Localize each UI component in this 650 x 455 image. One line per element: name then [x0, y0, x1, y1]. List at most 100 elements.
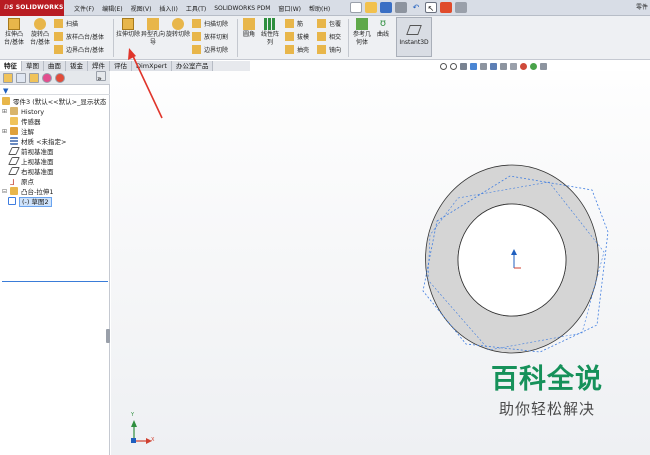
hide-show-icon[interactable] — [510, 63, 517, 70]
fillet-button[interactable]: 圆角 — [240, 18, 258, 39]
feature-tree-icon[interactable] — [3, 73, 13, 83]
shell-button[interactable]: 抽壳 — [285, 45, 309, 56]
extrude-boss-button[interactable]: 拉伸凸台/基体 — [2, 18, 26, 47]
hole-wizard-button[interactable]: 异型孔向导 — [141, 18, 165, 47]
tab-dimxpert[interactable]: DimXpert — [132, 61, 172, 71]
draft-button[interactable]: 拔模 — [285, 32, 309, 43]
tree-item-material[interactable]: 材质 <未指定> — [10, 137, 66, 147]
save-icon[interactable] — [380, 2, 392, 13]
apply-scene-icon[interactable] — [530, 63, 537, 70]
configuration-manager-icon[interactable] — [29, 73, 39, 83]
tree-item-top-plane[interactable]: 上视基准面 — [8, 157, 54, 167]
section-view-icon[interactable] — [470, 63, 477, 70]
watermark-title: 百科全说 — [491, 364, 603, 395]
wrap-icon — [317, 19, 326, 28]
heads-up-view-toolbar — [440, 63, 547, 70]
intersect-button[interactable]: 相交 — [317, 32, 341, 43]
menu-insert[interactable]: 插入(I) — [155, 4, 181, 13]
revolve-cut-button[interactable]: 旋转切除 — [166, 18, 190, 39]
view-settings-icon[interactable] — [540, 63, 547, 70]
options-icon[interactable] — [455, 2, 467, 13]
tree-item-sketch2[interactable]: (-) 草图2 — [8, 197, 52, 207]
extrude-cut-button[interactable]: 拉伸切除 — [116, 18, 140, 39]
tree-item-front-plane[interactable]: 前视基准面 — [8, 147, 54, 157]
triad-y-label: Y — [131, 412, 135, 418]
tree-item-boss-extrude[interactable]: 凸台-拉伸1 — [10, 187, 53, 197]
part-icon — [2, 97, 10, 105]
edit-appearance-icon[interactable] — [520, 63, 527, 70]
menu-edit[interactable]: 编辑(E) — [98, 4, 126, 13]
solidworks-logo[interactable]: ⅅS SOLIDWORKS — [0, 0, 64, 16]
tab-sketch[interactable]: 草图 — [22, 61, 44, 71]
expand-toggle-icon[interactable]: ⊞ — [2, 128, 7, 135]
instant3d-button[interactable]: Instant3D — [396, 17, 432, 57]
expand-toggle-icon[interactable]: ⊞ — [2, 108, 7, 115]
origin-icon: ⅃ — [10, 178, 15, 187]
revolve-boss-button[interactable]: 旋转凸台/基体 — [28, 18, 52, 47]
display-style-icon[interactable] — [500, 63, 507, 70]
sweep-button[interactable]: 扫描 — [54, 19, 78, 30]
boundary-boss-icon — [54, 45, 63, 54]
menu-file[interactable]: 文件(F) — [70, 4, 98, 13]
menu-help[interactable]: 帮助(H) — [305, 4, 334, 13]
rib-button[interactable]: 筋 — [285, 19, 303, 30]
print-icon[interactable] — [395, 2, 407, 13]
menu-tools[interactable]: 工具(T) — [182, 4, 210, 13]
watermark-subtitle: 助你轻松解决 — [498, 400, 595, 418]
boundary-cut-button[interactable]: 边界切除 — [192, 45, 228, 56]
sketch-icon — [8, 197, 16, 205]
boundary-cut-icon — [192, 45, 201, 54]
dynamic-annotation-icon[interactable] — [480, 63, 487, 70]
plane-icon — [8, 147, 20, 155]
expand-panel-icon[interactable]: » — [96, 71, 106, 83]
reference-geometry-button[interactable]: 参考几何体 — [351, 18, 373, 47]
quick-access-toolbar: ↶ ↖ — [350, 2, 467, 13]
reference-geometry-icon — [356, 18, 368, 30]
tree-item-right-plane[interactable]: 右视基准面 — [8, 167, 54, 177]
undo-icon[interactable]: ↶ — [410, 2, 422, 13]
loft-boss-button[interactable]: 放样凸台/基体 — [54, 32, 104, 43]
panel-resize-handle[interactable] — [106, 329, 110, 343]
tree-item-annotations[interactable]: 注解 — [10, 127, 34, 137]
new-icon[interactable] — [350, 2, 362, 13]
tree-filter[interactable]: ▼ — [0, 86, 110, 95]
tab-sheet-metal[interactable]: 钣金 — [66, 61, 88, 71]
open-icon[interactable] — [365, 2, 377, 13]
mirror-button[interactable]: 镜向 — [317, 45, 341, 56]
dimxpert-manager-icon[interactable] — [42, 73, 52, 83]
menu-window[interactable]: 窗口(W) — [274, 4, 305, 13]
window-title: 零件 — [635, 4, 648, 11]
tree-item-history[interactable]: History — [10, 107, 44, 117]
tab-surfaces[interactable]: 曲面 — [44, 61, 66, 71]
curves-button[interactable]: ʊ 曲线 — [374, 18, 392, 39]
tab-weldments[interactable]: 焊件 — [88, 61, 110, 71]
extrude-boss-icon — [8, 18, 20, 30]
rebuild-icon[interactable] — [440, 2, 452, 13]
menu-view[interactable]: 视图(V) — [127, 4, 156, 13]
tree-item-sensors[interactable]: 传感器 — [10, 117, 41, 127]
view-orientation-icon[interactable] — [490, 63, 497, 70]
previous-view-icon[interactable] — [460, 63, 467, 70]
expand-toggle-icon[interactable]: ⊟ — [2, 188, 7, 195]
plane-icon — [8, 167, 20, 175]
select-icon[interactable]: ↖ — [425, 2, 437, 13]
lofted-cut-button[interactable]: 放样切割 — [192, 32, 228, 43]
tree-item-origin[interactable]: ⅃ 原点 — [10, 177, 34, 187]
linear-pattern-button[interactable]: 线性阵列 — [259, 18, 281, 47]
tab-evaluate[interactable]: 评估 — [110, 61, 132, 71]
menu-pdm[interactable]: SOLIDWORKS PDM — [210, 5, 274, 12]
tree-root-part[interactable]: 零件3 (默认<<默认>_显示状态 — [2, 97, 106, 107]
zoom-to-area-icon[interactable] — [450, 63, 457, 70]
wrap-button[interactable]: 包覆 — [317, 19, 341, 30]
zoom-to-fit-icon[interactable] — [440, 63, 447, 70]
rollback-bar[interactable] — [2, 281, 108, 282]
swept-cut-button[interactable]: 扫描切除 — [192, 19, 228, 30]
revolve-boss-icon — [34, 18, 46, 30]
revolve-cut-icon — [172, 18, 184, 30]
property-manager-icon[interactable] — [16, 73, 26, 83]
boundary-boss-button[interactable]: 边界凸台/基体 — [54, 45, 104, 56]
display-manager-icon[interactable] — [55, 73, 65, 83]
tab-office-products[interactable]: 办公室产品 — [171, 61, 214, 71]
fillet-icon — [243, 18, 255, 30]
tab-features[interactable]: 特征 — [0, 61, 22, 71]
